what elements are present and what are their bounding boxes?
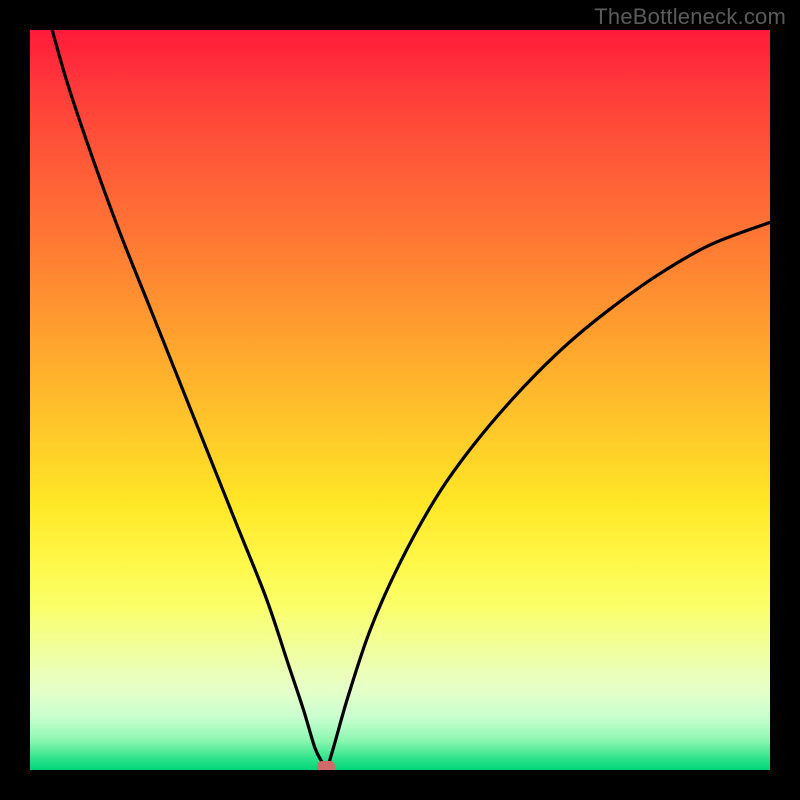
chart-container: TheBottleneck.com xyxy=(0,0,800,800)
minimum-marker xyxy=(317,761,335,770)
plot-area xyxy=(30,30,770,770)
curve-svg xyxy=(30,30,770,770)
bottleneck-curve xyxy=(52,30,770,770)
watermark-text: TheBottleneck.com xyxy=(594,4,786,30)
